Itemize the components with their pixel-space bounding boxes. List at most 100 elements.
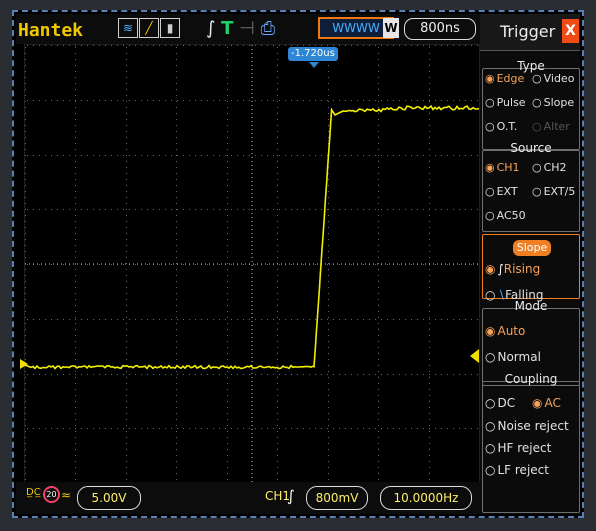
source-ch2-option[interactable]: ○ CH2 [532, 161, 567, 174]
grid-dot [381, 428, 382, 429]
source-ch1-option[interactable]: ◉ CH1 [485, 161, 520, 174]
grid-dot [176, 305, 177, 306]
grid-dot [405, 428, 406, 429]
grid-dot [328, 401, 329, 402]
line-mode-icon[interactable]: ╱ [139, 18, 159, 38]
coupling-hf-reject-option[interactable]: ○ HF reject [485, 441, 551, 455]
type-edge-option[interactable]: ◉ Edge [485, 72, 524, 85]
grid-dot [126, 443, 127, 444]
grid-dot [277, 53, 278, 54]
grid-dot [393, 155, 394, 156]
grid-dot [429, 209, 430, 210]
frequency-readout[interactable]: 10.0000Hz [380, 486, 472, 510]
source-ext-option[interactable]: ○ EXT [485, 185, 518, 198]
grid-dot [75, 215, 76, 216]
grid-dot [135, 45, 136, 46]
grid-dot [277, 359, 278, 360]
grid-dot [277, 77, 278, 78]
waveform-mode-icon[interactable]: ≋ [118, 18, 138, 38]
mode-auto-option[interactable]: ◉ Auto [485, 324, 525, 338]
grid-dot [405, 319, 406, 320]
grid-dot [339, 209, 340, 210]
grid-dot [25, 107, 26, 108]
grid-dot [75, 101, 76, 102]
mode-normal-option[interactable]: ○ Normal [485, 350, 541, 364]
grid-dot [399, 100, 400, 101]
grid-dot [429, 317, 430, 318]
grid-dot [357, 209, 358, 210]
grid-dot [277, 101, 278, 102]
grid-dot [201, 155, 202, 156]
grid-dot [387, 264, 388, 265]
grid-dot [176, 263, 177, 264]
type-ot-option[interactable]: ○ O.T. [485, 120, 517, 133]
grid-dot [227, 209, 228, 210]
trigger-level[interactable]: 800mV [306, 486, 368, 510]
grid-dot [126, 407, 127, 408]
grid-dot [447, 319, 448, 320]
grid-dot [126, 119, 127, 120]
grid-dot [75, 251, 76, 252]
grid-dot [126, 305, 127, 306]
source-ac50-option[interactable]: ○ AC50 [485, 209, 526, 222]
grid-dot [345, 155, 346, 156]
type-pulse-option[interactable]: ○ Pulse [485, 96, 526, 109]
grid-dot [277, 95, 278, 96]
type-alter-option[interactable]: ○ Alter [532, 120, 570, 133]
slope-rising-option[interactable]: ◉ ∫Rising [485, 262, 540, 276]
coupling-lf-reject-option[interactable]: ○ LF reject [485, 463, 549, 477]
grid-dot [63, 209, 64, 210]
coupling-dc-option[interactable]: ○ DC [485, 396, 515, 410]
oscilloscope-display[interactable] [24, 44, 480, 484]
grid-dot [277, 215, 278, 216]
grid-dot [378, 149, 379, 150]
source-ext5-option[interactable]: ○ EXT/5 [532, 185, 575, 198]
grid-dot [126, 191, 127, 192]
grid-dot [45, 319, 46, 320]
option-label: DC [497, 396, 516, 410]
timebase-value[interactable]: 800ns [404, 18, 476, 40]
grid-dot [39, 45, 40, 46]
coupling-ac-option[interactable]: ◉ AC [532, 396, 561, 410]
grid-dot [126, 179, 127, 180]
close-button[interactable]: X [562, 19, 579, 43]
window-button[interactable]: W [383, 18, 399, 38]
grid-dot [227, 125, 228, 126]
grid-dot [328, 251, 329, 252]
grid-dot [63, 264, 64, 265]
grid-dot [328, 113, 329, 114]
grid-dot [378, 335, 379, 336]
grid-dot [207, 428, 208, 429]
channel-scale[interactable]: 5.00V [77, 486, 141, 510]
coupling-noise-reject-option[interactable]: ○ Noise reject [485, 419, 569, 433]
grid-dot [429, 437, 430, 438]
grid-dot [176, 179, 177, 180]
type-slope-option[interactable]: ○ Slope [532, 96, 574, 109]
grid-dot [126, 173, 127, 174]
grid-dot [201, 45, 202, 46]
grid-dot [405, 155, 406, 156]
grid-dot [327, 100, 328, 101]
grid-dot [25, 269, 26, 270]
hold-mode-icon[interactable]: ▮ [160, 18, 180, 38]
grid-dot [255, 45, 256, 46]
grid-dot [105, 209, 106, 210]
grid-dot [75, 287, 76, 288]
grid-dot [291, 319, 292, 320]
grid-dot [429, 233, 430, 234]
type-video-option[interactable]: ○ Video [532, 72, 574, 85]
grid-dot [75, 317, 76, 318]
grid-dot [267, 209, 268, 210]
grid-dot [429, 413, 430, 414]
grid-dot [45, 45, 46, 46]
grid-dot [277, 107, 278, 108]
grid-dot [81, 155, 82, 156]
grid-dot [291, 428, 292, 429]
grid-dot [411, 100, 412, 101]
trigger-pointer-icon [309, 62, 319, 68]
grid-dot [291, 45, 292, 46]
grid-dot [328, 65, 329, 66]
grid-dot [429, 275, 430, 276]
grid-dot [159, 100, 160, 101]
grid-dot [227, 329, 228, 330]
